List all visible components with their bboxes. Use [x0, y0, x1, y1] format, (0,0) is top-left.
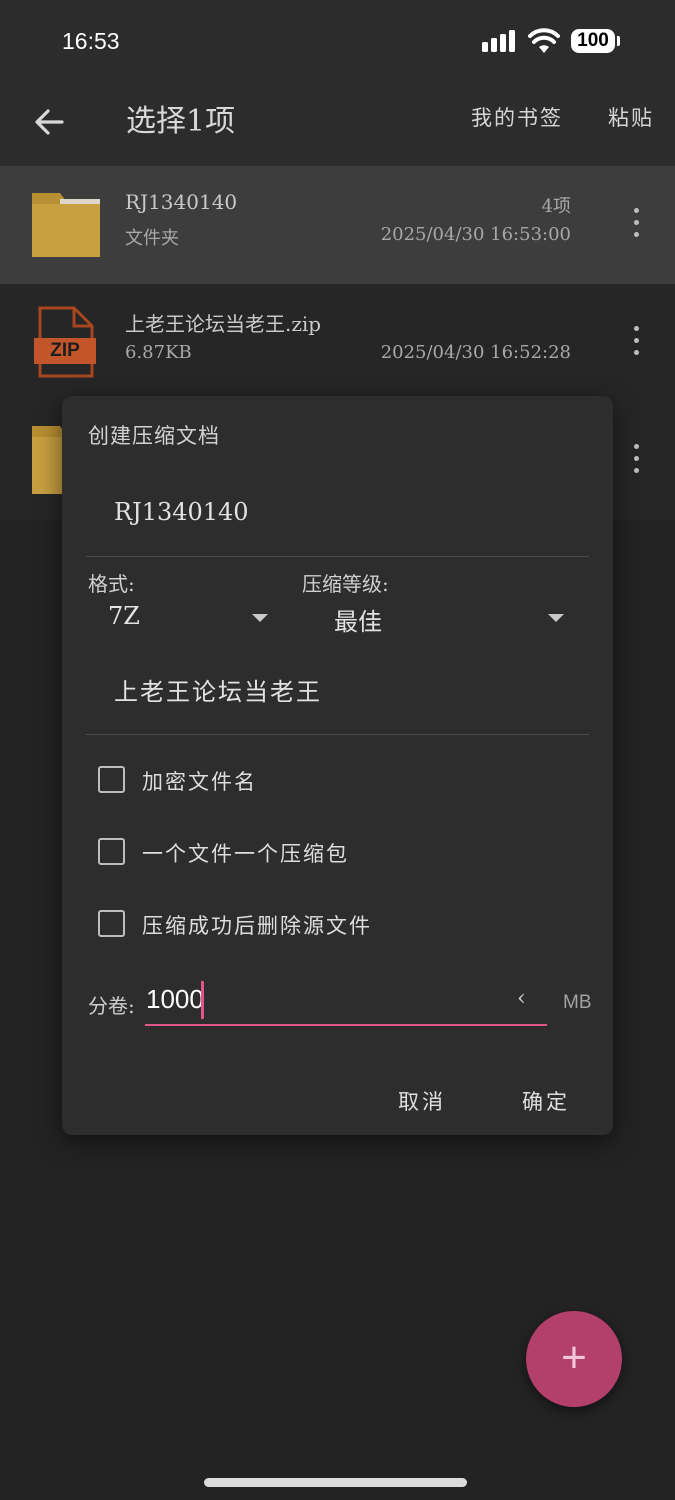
compression-level-select[interactable]: 最佳 [322, 594, 572, 640]
dialog-title: 创建压缩文档 [88, 424, 220, 448]
add-fab-button[interactable]: + [526, 1311, 622, 1407]
text-cursor [201, 981, 204, 1019]
chevron-down-icon [548, 614, 564, 622]
confirm-button[interactable]: 确定 [522, 1086, 570, 1116]
compression-level-value: 最佳 [334, 608, 382, 636]
battery-indicator: 100 [571, 29, 615, 53]
archive-name-input[interactable]: RJ1340140 [86, 474, 589, 557]
paste-button[interactable]: 粘贴 [608, 102, 654, 132]
create-archive-dialog: 创建压缩文档 RJ1340140 格式: 7Z 压缩等级: 最佳 上老王论坛当老… [62, 396, 613, 1135]
bookmarks-button[interactable]: 我的书签 [471, 102, 563, 132]
zip-file-icon: ZIP [34, 306, 96, 378]
status-bar: 16:53 100 [0, 0, 675, 84]
checkbox[interactable] [98, 910, 125, 937]
page-title: 选择1项 [126, 104, 236, 139]
subfolder-name-input[interactable]: 上老王论坛当老王 [86, 656, 589, 735]
plus-icon: + [561, 1333, 587, 1382]
file-row-zip[interactable]: ZIP 上老王论坛当老王.zip 6.87KB 2025/04/30 16:52… [0, 284, 675, 402]
split-volume-input[interactable]: 1000 [146, 984, 204, 1015]
option-label: 加密文件名 [142, 770, 257, 794]
option-label: 压缩成功后删除源文件 [142, 914, 372, 938]
chevron-left-icon[interactable]: ‹ [517, 986, 526, 1011]
app-bar: 选择1项 我的书签 粘贴 [0, 84, 675, 166]
file-name: 上老王论坛当老王.zip [125, 312, 322, 336]
split-unit-label: MB [563, 992, 592, 1013]
split-volume-label: 分卷: [88, 994, 135, 1018]
item-count: 4项 [541, 196, 571, 217]
battery-tip [617, 36, 620, 46]
status-time: 16:53 [62, 28, 120, 54]
cancel-button[interactable]: 取消 [398, 1086, 446, 1116]
wifi-icon [528, 28, 560, 53]
option-label: 一个文件一个压缩包 [142, 842, 349, 866]
file-date: 2025/04/30 16:53:00 [380, 224, 571, 245]
file-date: 2025/04/30 16:52:28 [380, 342, 571, 363]
signal-icon [482, 30, 515, 52]
file-type: 文件夹 [125, 228, 179, 249]
checkbox[interactable] [98, 838, 125, 865]
checkbox[interactable] [98, 766, 125, 793]
file-name: RJ1340140 [125, 190, 238, 214]
back-arrow-icon[interactable] [28, 100, 72, 144]
more-options-icon[interactable] [626, 326, 646, 360]
more-options-icon[interactable] [626, 208, 646, 242]
zip-badge: ZIP [34, 338, 96, 364]
file-row-folder[interactable]: RJ1340140 文件夹 4项 2025/04/30 16:53:00 [0, 166, 675, 284]
split-input-underline [145, 1024, 547, 1026]
folder-icon [32, 193, 100, 257]
subfolder-name-value: 上老王论坛当老王 [114, 678, 322, 706]
more-options-icon[interactable] [626, 444, 646, 478]
format-label: 格式: [88, 572, 135, 596]
archive-name-value: RJ1340140 [114, 498, 249, 526]
format-value: 7Z [108, 602, 140, 630]
home-indicator[interactable] [204, 1478, 467, 1487]
file-size: 6.87KB [125, 342, 192, 363]
chevron-down-icon [252, 614, 268, 622]
compression-level-label: 压缩等级: [302, 572, 389, 596]
format-select[interactable]: 7Z [88, 594, 284, 640]
